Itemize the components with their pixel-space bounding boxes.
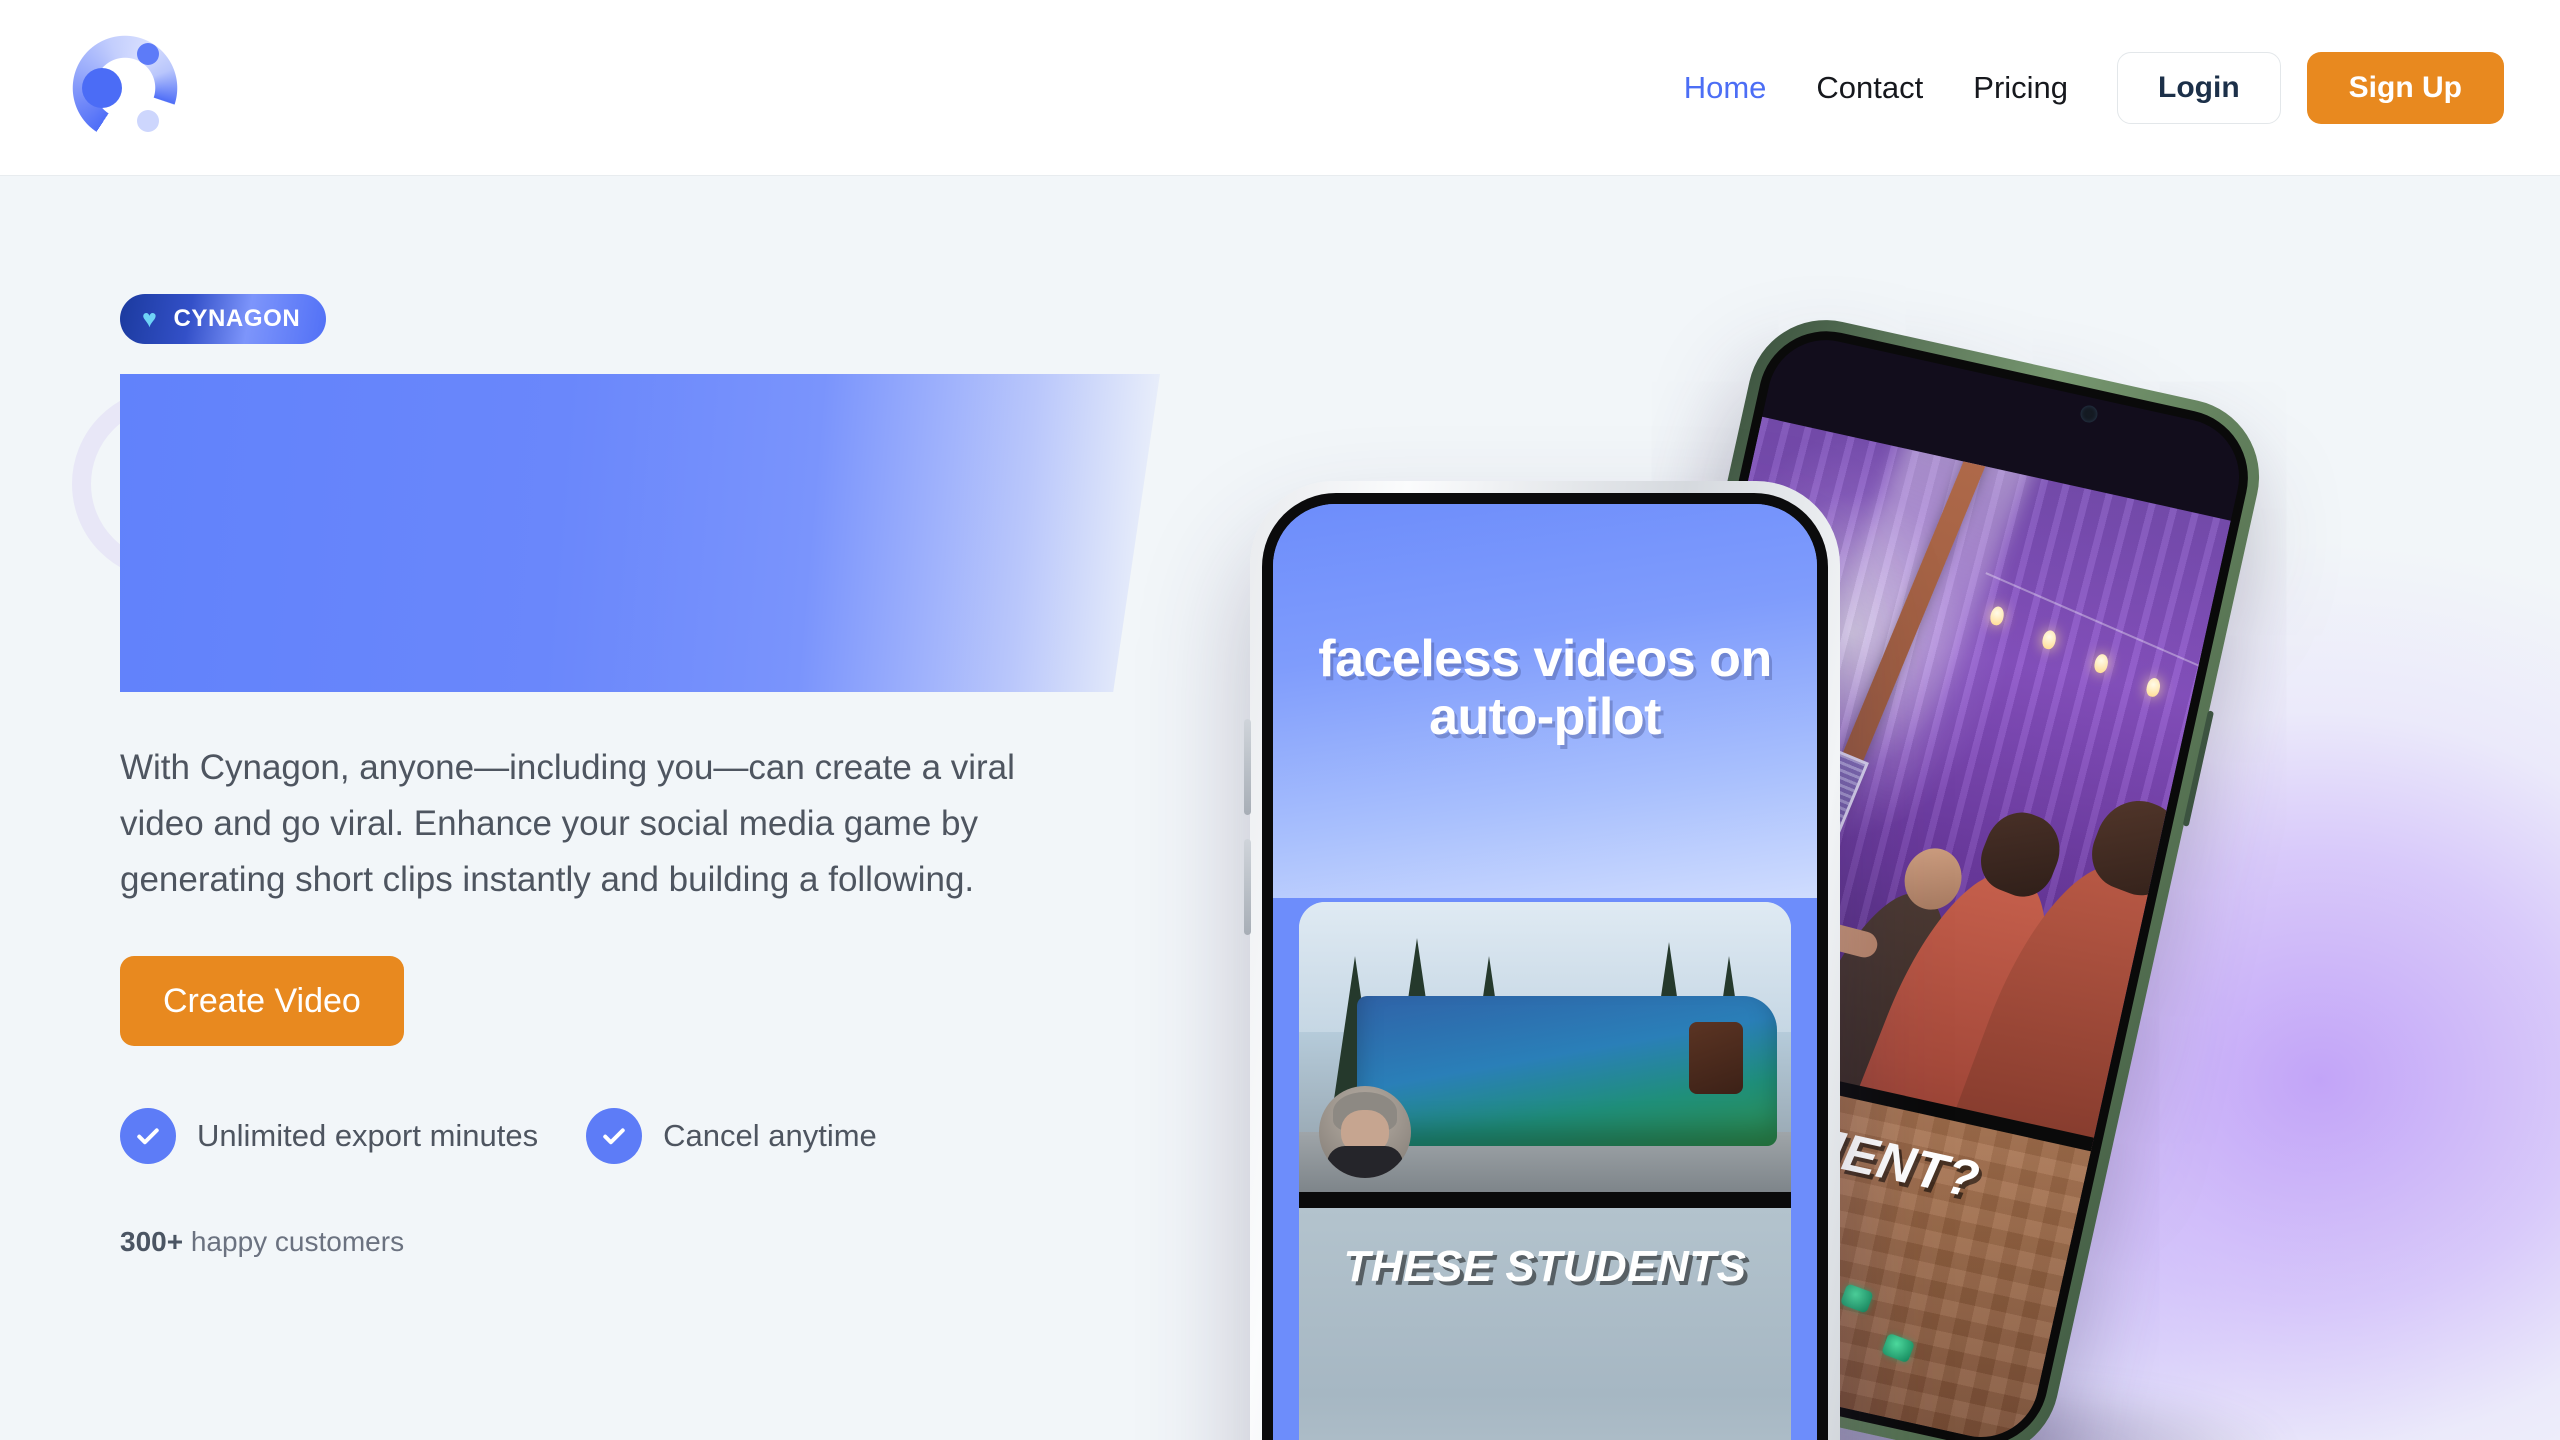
- hero-description: With Cynagon, anyone—including you—can c…: [120, 748, 1015, 899]
- phone-mockup-front: faceless videos on auto-pilot THESE STUD…: [1244, 481, 1840, 1440]
- feature-item-unlimited-exports: Unlimited export minutes: [120, 1108, 538, 1164]
- feature-label: Unlimited export minutes: [197, 1118, 539, 1153]
- light-bulb-icon: [2092, 652, 2110, 675]
- bus-window: [1689, 1022, 1743, 1094]
- video-clip-bus: [1299, 902, 1791, 1192]
- hero-section: ♥ CYNAGON Create viral faceless videos W…: [0, 176, 2560, 1440]
- cynagon-c-logo-icon[interactable]: [70, 32, 180, 143]
- brand-badge: ♥ CYNAGON: [120, 294, 327, 344]
- phone-headline: faceless videos on auto-pilot: [1318, 630, 1772, 747]
- logo-notch: [82, 67, 122, 108]
- page-title: Create viral faceless videos: [120, 374, 1160, 692]
- video-clip-car: THESE STUDENTS: [1299, 1208, 1791, 1440]
- customer-count-label: happy customers: [190, 1226, 405, 1257]
- phone-screen: faceless videos on auto-pilot THESE STUD…: [1273, 504, 1817, 1440]
- logo-cap-top: [137, 42, 159, 65]
- brand-badge-label: CYNAGON: [173, 305, 301, 332]
- volume-down-button[interactable]: [1244, 839, 1251, 935]
- nav-item-pricing[interactable]: Pricing: [1948, 72, 2093, 103]
- clip-divider: [1299, 1192, 1791, 1208]
- site-header: Home Contact Pricing Login Sign Up: [0, 0, 2560, 176]
- signup-button[interactable]: Sign Up: [2306, 51, 2504, 124]
- feature-label: Cancel anytime: [663, 1118, 877, 1153]
- create-video-button[interactable]: Create Video: [120, 956, 404, 1046]
- light-bulb-icon: [2144, 676, 2162, 699]
- logo-cap-bottom: [137, 109, 159, 132]
- social-proof: 300+ happy customers: [120, 1226, 1180, 1258]
- nav-item-contact[interactable]: Contact: [1791, 72, 1948, 103]
- light-bulb-icon: [2040, 629, 2058, 651]
- clip-caption-front: THESE STUDENTS: [1343, 1242, 1747, 1291]
- emerald-ore-icon: [1881, 1332, 1916, 1364]
- heart-icon: ♥: [142, 304, 158, 333]
- volume-up-button[interactable]: [1244, 719, 1251, 815]
- landing-page: Home Contact Pricing Login Sign Up ♥ CYN…: [0, 0, 2560, 1440]
- phone-mockup-stage: AINMENT? faceless videos on auto-pilot T…: [1244, 305, 2560, 1440]
- hero-content: ♥ CYNAGON Create viral faceless videos W…: [0, 176, 1180, 1258]
- avatar: [1319, 1086, 1411, 1178]
- feature-item-cancel-anytime: Cancel anytime: [586, 1108, 877, 1164]
- emerald-ore-icon: [1839, 1283, 1874, 1314]
- light-bulb-icon: [1988, 605, 2006, 627]
- primary-navigation: Home Contact Pricing Login Sign Up: [1659, 51, 2504, 124]
- nav-item-home[interactable]: Home: [1659, 72, 1792, 103]
- check-icon: [120, 1108, 176, 1164]
- avatar-body: [1327, 1146, 1403, 1178]
- headline-highlight-slab: [120, 374, 1160, 692]
- customer-count: 300+: [120, 1226, 184, 1257]
- check-icon: [586, 1108, 643, 1164]
- painted-bus: [1357, 996, 1777, 1146]
- feature-list: Unlimited export minutes Cancel anytime: [120, 1108, 1180, 1164]
- login-button[interactable]: Login: [2117, 51, 2281, 124]
